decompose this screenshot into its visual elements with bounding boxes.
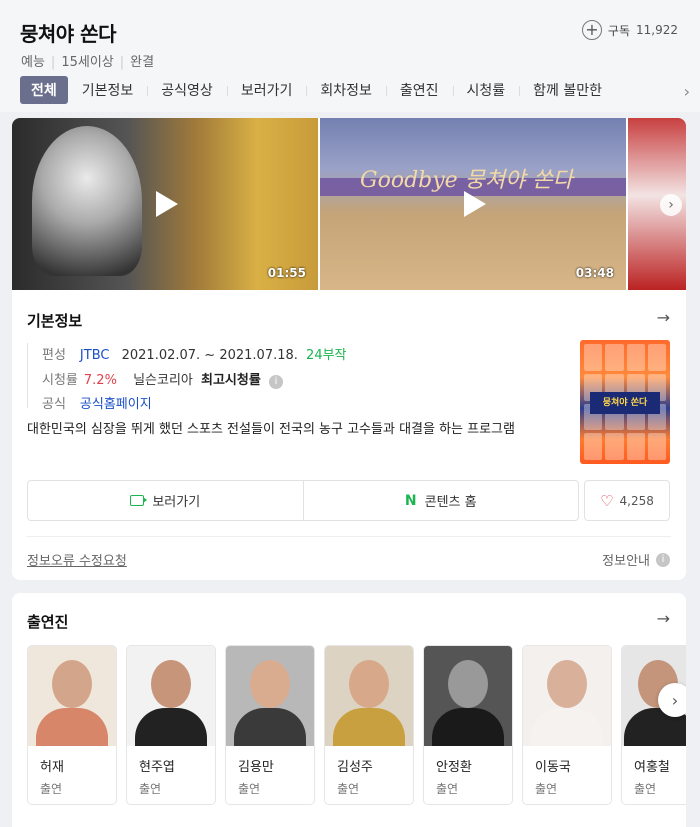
cast-photo [424, 646, 512, 746]
video-thumbnail[interactable]: › [628, 118, 686, 290]
cast-name: 김성주 [337, 760, 373, 775]
tab-watch[interactable]: 보러가기 [226, 76, 307, 104]
tab-basic-info[interactable]: 기본정보 [68, 76, 148, 104]
cast-role: 출연 [535, 782, 558, 796]
like-button[interactable]: ♡ 4,258 [584, 480, 670, 521]
cast-member[interactable]: 김성주 출연 [324, 645, 414, 805]
info-guide-label: 정보안내 [602, 554, 650, 569]
cast-member[interactable]: 김용만 출연 [225, 645, 315, 805]
cast-member[interactable]: 허재 출연 [27, 645, 117, 805]
cast-role: 출연 [139, 782, 162, 796]
cast-photo [226, 646, 314, 746]
cast-name: 이동국 [535, 760, 571, 775]
cast-role: 출연 [238, 782, 261, 796]
subscribe-count: 11,922 [636, 23, 678, 37]
cast-card: 출연진 → 허재 출연 현주엽 출연 김용만 출연 김성주 출연 안정환 출연 [12, 593, 686, 827]
cast-name: 허재 [40, 760, 64, 775]
program-meta: 예능 | 15세이상 | 완결 [21, 55, 155, 70]
divider [27, 536, 671, 537]
cast-name: 여홍철 [634, 760, 670, 775]
cast-name: 안정환 [436, 760, 472, 775]
cast-name: 현주엽 [139, 760, 175, 775]
cast-member[interactable]: 현주엽 출연 [126, 645, 216, 805]
genre-label: 예능 [21, 55, 45, 70]
play-icon [156, 191, 178, 217]
rating-label: 시청률 [42, 373, 78, 388]
chevron-right-icon[interactable]: › [660, 194, 682, 216]
watch-button[interactable]: 보러가기 [28, 481, 303, 520]
info-icon: i [656, 552, 670, 567]
tab-bar: 전체 기본정보 공식영상 보러가기 회차정보 출연진 시청률 함께 볼만한 [20, 76, 616, 104]
cast-role: 출연 [337, 782, 360, 796]
header: 뭉쳐야 쏜다 예능 | 15세이상 | 완결 + 구독 11,922 전체 기본정보 공… [0, 0, 700, 112]
subscribe-button[interactable]: + 구독 11,922 [581, 20, 678, 40]
cast-name: 김용만 [238, 760, 274, 775]
episode-count: 24부작 [306, 348, 347, 363]
cast-member[interactable]: 이동국 출연 [522, 645, 612, 805]
arrow-right-icon[interactable]: → [657, 308, 670, 327]
network-link[interactable]: JTBC [80, 348, 110, 363]
person-photo [32, 126, 142, 276]
plus-icon: + [581, 20, 602, 40]
section-heading: 기본정보 [27, 312, 83, 330]
video-duration: 03:48 [575, 266, 614, 280]
content-home-button[interactable]: N 콘텐츠 홈 [302, 481, 579, 520]
video-thumbnail[interactable]: 01:55 [12, 118, 318, 290]
official-homepage-link[interactable]: 공식홈페이지 [80, 393, 152, 412]
official-label: 공식 [42, 397, 66, 412]
video-duration: 01:55 [267, 266, 306, 280]
chevron-right-icon[interactable]: › [658, 683, 686, 717]
tab-episodes[interactable]: 회차정보 [306, 76, 386, 104]
report-error-link[interactable]: 정보오류 수정요청 [27, 550, 127, 569]
rating-source: 닐슨코리아 [133, 373, 193, 388]
cast-photo [28, 646, 116, 746]
status-label: 완결 [130, 55, 155, 70]
chevron-right-icon[interactable]: › [684, 82, 690, 101]
tab-cast[interactable]: 출연진 [385, 76, 453, 104]
like-count: 4,258 [619, 493, 654, 508]
broadcast-label: 편성 [42, 348, 66, 363]
play-icon [464, 191, 486, 217]
heart-icon: ♡ [600, 491, 614, 510]
watch-label: 보러가기 [152, 495, 201, 510]
age-rating-label: 15세이상 [61, 55, 114, 70]
naver-icon: N [404, 492, 417, 509]
tab-official-video[interactable]: 공식영상 [147, 76, 227, 104]
cast-role: 출연 [436, 782, 459, 796]
action-bar: 보러가기 N 콘텐츠 홈 [27, 480, 579, 521]
cast-member[interactable]: 안정환 출연 [423, 645, 513, 805]
rating-value: 7.2% [83, 373, 117, 388]
tab-related[interactable]: 함께 볼만한 [519, 76, 616, 104]
video-carousel: 01:55 Goodbye 뭉쳐야 쏜다 03:48 › [12, 118, 686, 290]
content-home-label: 콘텐츠 홈 [424, 495, 477, 510]
cast-role: 출연 [40, 782, 63, 796]
section-heading: 출연진 [27, 613, 69, 631]
cast-role: 출연 [634, 782, 657, 796]
program-description: 대한민국의 심장을 뛰게 했던 스포츠 전설들이 전국의 농구 고수들과 대결을… [27, 422, 515, 437]
video-icon [130, 495, 148, 506]
main-info-card: 01:55 Goodbye 뭉쳐야 쏜다 03:48 › 기본정보 → 편성 J… [12, 118, 686, 580]
cast-photo [325, 646, 413, 746]
info-guide-button[interactable]: 정보안내 i [602, 550, 670, 569]
program-poster[interactable]: 뭉쳐야 쏜다 [580, 340, 670, 464]
rating-row: 시청률 7.2% 닐슨코리아 최고시청률 i [28, 369, 283, 389]
tab-all[interactable]: 전체 [20, 76, 68, 104]
tab-ratings[interactable]: 시청률 [452, 76, 520, 104]
broadcast-row: 편성 JTBC 2021.02.07. ~ 2021.07.18. 24부작 [28, 344, 347, 363]
broadcast-period: 2021.02.07. ~ 2021.07.18. [121, 348, 298, 363]
poster-logo: 뭉쳐야 쏜다 [590, 392, 660, 414]
page-title: 뭉쳐야 쏜다 [20, 22, 116, 46]
official-row: 공식 공식홈페이지 [28, 393, 152, 412]
rating-note: 최고시청률 [201, 373, 261, 388]
cast-member[interactable]: 여홍철 출연 [621, 645, 686, 805]
arrow-right-icon[interactable]: → [657, 609, 670, 628]
video-thumbnail[interactable]: Goodbye 뭉쳐야 쏜다 03:48 [320, 118, 626, 290]
cast-photo [523, 646, 611, 746]
subscribe-label: 구독 [607, 23, 630, 38]
cast-list: 허재 출연 현주엽 출연 김용만 출연 김성주 출연 안정환 출연 이동국 출연 [27, 645, 686, 805]
cast-photo [127, 646, 215, 746]
info-icon[interactable]: i [268, 375, 283, 389]
